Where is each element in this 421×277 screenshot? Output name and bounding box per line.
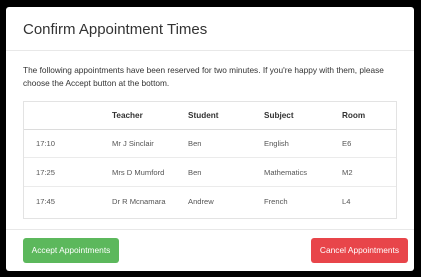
cell-time: 17:10 xyxy=(36,139,56,148)
appointments-table: Teacher Student Subject Room 17:10 Mr J … xyxy=(23,101,397,219)
cell-subject: French xyxy=(264,197,288,206)
confirm-appointments-dialog: Confirm Appointment Times The following … xyxy=(6,7,414,271)
cell-room: E6 xyxy=(342,139,352,148)
cell-teacher: Dr R Mcnamara xyxy=(112,197,166,206)
cell-teacher: Mr J Sinclair xyxy=(112,139,154,148)
header-subject: Subject xyxy=(264,111,294,120)
cell-time: 17:25 xyxy=(36,168,56,177)
cell-subject: English xyxy=(264,139,289,148)
cell-subject: Mathematics xyxy=(264,168,308,177)
table-row: 17:25 Mrs D Mumford Ben Mathematics M2 xyxy=(24,159,396,187)
cell-time: 17:45 xyxy=(36,197,56,206)
header-student: Student xyxy=(188,111,219,120)
header-room: Room xyxy=(342,111,366,120)
cell-teacher: Mrs D Mumford xyxy=(112,168,165,177)
dialog-footer: Accept Appointments Cancel Appointments xyxy=(6,229,414,271)
cell-student: Ben xyxy=(188,139,202,148)
cell-room: L4 xyxy=(342,197,351,206)
dialog-title: Confirm Appointment Times xyxy=(23,21,208,38)
table-row: 17:10 Mr J Sinclair Ben English E6 xyxy=(24,130,396,158)
accept-appointments-button[interactable]: Accept Appointments xyxy=(23,238,119,263)
table-row: 17:45 Dr R Mcnamara Andrew French L4 xyxy=(24,188,396,216)
dialog-header: Confirm Appointment Times xyxy=(6,7,414,51)
cell-student: Ben xyxy=(188,168,202,177)
cancel-appointments-button[interactable]: Cancel Appointments xyxy=(311,238,408,263)
cell-room: M2 xyxy=(342,168,353,177)
cell-student: Andrew xyxy=(188,197,214,206)
intro-text: The following appointments have been res… xyxy=(23,65,384,88)
table-header-row: Teacher Student Subject Room xyxy=(24,102,396,130)
header-teacher: Teacher xyxy=(112,111,143,120)
